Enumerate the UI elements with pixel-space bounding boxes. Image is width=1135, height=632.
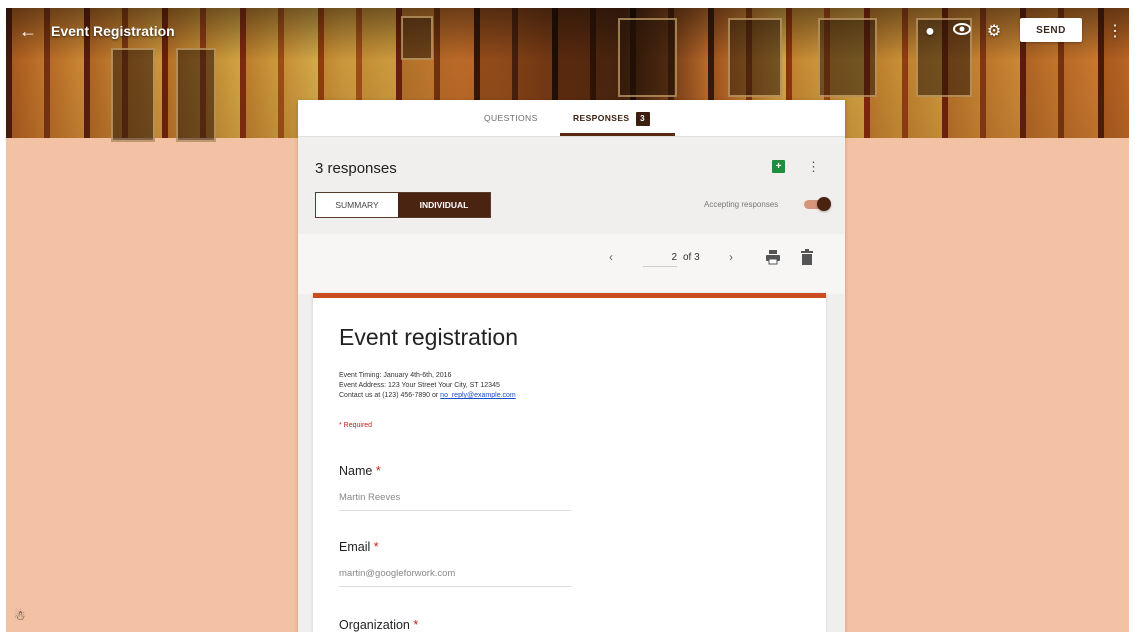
form-description-timing: Event Timing: January 4th-6th, 2016 — [339, 372, 452, 379]
question-label-name: Name * — [339, 464, 381, 478]
accepting-responses-label: Accepting responses — [704, 200, 779, 209]
trash-icon[interactable] — [800, 249, 814, 265]
page-total: of 3 — [683, 252, 700, 263]
response-pager: ‹ of 3 › — [298, 234, 845, 294]
response-form: Event registration Event Timing: January… — [313, 293, 826, 632]
required-note: * Required — [339, 422, 373, 429]
response-count: 3 responses — [315, 160, 397, 177]
more-vert-icon[interactable]: ⋮ — [1105, 22, 1125, 42]
tab-bar: QUESTIONS RESPONSES 3 — [298, 100, 845, 137]
toggle-knob — [817, 197, 831, 211]
responses-card: QUESTIONS RESPONSES 3 3 responses + ⋮ SUM… — [298, 100, 845, 632]
app-title: Event Registration — [51, 23, 175, 39]
more-vert-icon[interactable]: ⋮ — [807, 158, 820, 176]
question-text: Organization — [339, 618, 410, 632]
form-description-contact: Contact us at (123) 456-7890 or no_reply… — [339, 392, 516, 399]
required-star: * — [375, 464, 381, 478]
form-title: Event registration — [339, 324, 518, 350]
eye-icon-graphic — [953, 23, 971, 35]
accessibility-icon[interactable]: ☃ — [14, 608, 26, 624]
summary-button[interactable]: SUMMARY — [316, 193, 398, 217]
answer-email: martin@googleforwork.com — [339, 568, 571, 587]
question-text: Name — [339, 464, 373, 478]
answer-name: Martin Reeves — [339, 492, 571, 511]
banner-window — [176, 48, 216, 142]
tab-responses-label: RESPONSES — [573, 113, 630, 123]
active-tab-indicator — [560, 133, 675, 136]
view-toggle: SUMMARY INDIVIDUAL — [315, 192, 491, 218]
banner-window — [818, 18, 877, 97]
app-frame: ← Event Registration ● ⚙ SEND ⋮ QUESTION… — [6, 8, 1129, 632]
responses-count-badge: 3 — [635, 112, 650, 126]
banner-window — [111, 48, 155, 142]
chevron-right-icon[interactable]: › — [729, 250, 733, 264]
page-number-input[interactable] — [643, 248, 677, 267]
contact-text: Contact us at (123) 456-7890 or — [339, 392, 441, 399]
eye-icon[interactable] — [952, 22, 972, 42]
question-label-email: Email * — [339, 540, 379, 554]
required-star: * — [373, 540, 379, 554]
gear-icon[interactable]: ⚙ — [984, 22, 1004, 42]
required-star: * — [413, 618, 419, 632]
contact-email-link[interactable]: no_reply@example.com — [440, 392, 516, 399]
banner-window — [728, 18, 782, 97]
question-text: Email — [339, 540, 371, 554]
form-description-address: Event Address: 123 Your Street Your City… — [339, 382, 500, 389]
individual-button[interactable]: INDIVIDUAL — [398, 193, 490, 217]
spreadsheet-icon[interactable]: + — [772, 160, 785, 173]
chevron-left-icon[interactable]: ‹ — [609, 250, 613, 264]
accepting-responses-toggle[interactable] — [802, 197, 832, 211]
back-arrow-icon[interactable]: ← — [18, 21, 38, 41]
banner-window — [401, 16, 433, 60]
send-button[interactable]: SEND — [1020, 18, 1082, 42]
palette-icon[interactable]: ● — [920, 22, 940, 42]
banner-window — [618, 18, 677, 97]
tab-responses[interactable]: RESPONSES 3 — [567, 100, 656, 136]
print-icon[interactable] — [765, 249, 781, 265]
tab-questions[interactable]: QUESTIONS — [484, 100, 538, 136]
question-label-organization: Organization * — [339, 618, 418, 632]
